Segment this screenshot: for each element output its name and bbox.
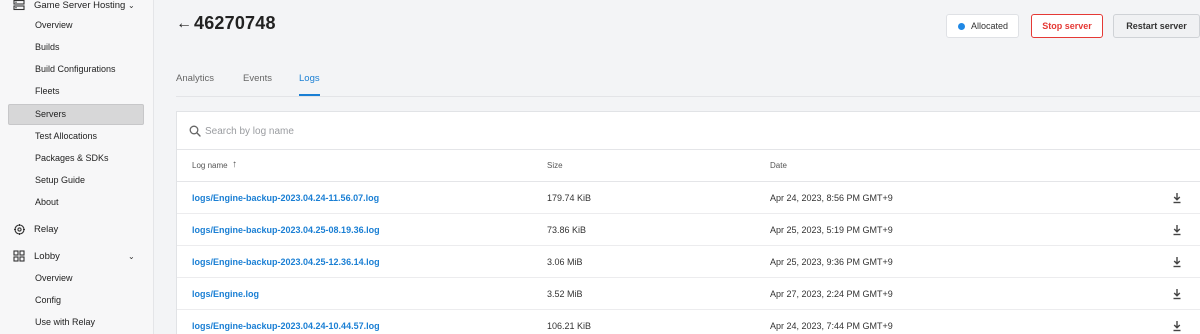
sidebar-group-label: Game Server Hosting <box>34 0 126 11</box>
sidebar-item-config[interactable]: Config <box>35 291 61 309</box>
sidebar-item-lobby-overview[interactable]: Overview <box>35 269 73 287</box>
log-name-link[interactable]: logs/Engine-backup-2023.04.25-12.36.14.l… <box>192 257 380 267</box>
log-size: 3.52 MiB <box>547 289 583 299</box>
tabs-divider <box>176 96 1200 97</box>
server-stack-icon <box>12 0 26 12</box>
log-name-link[interactable]: logs/Engine.log <box>192 289 259 299</box>
sidebar-item-setup-guide[interactable]: Setup Guide <box>35 171 85 189</box>
log-size: 3.06 MiB <box>547 257 583 267</box>
search-input[interactable] <box>205 122 805 140</box>
sidebar-item-use-with-relay[interactable]: Use with Relay <box>35 313 95 331</box>
search-bar <box>177 112 1200 150</box>
log-date: Apr 25, 2023, 5:19 PM GMT+9 <box>770 225 893 235</box>
sidebar-group-relay[interactable]: Relay <box>0 218 154 240</box>
log-size: 179.74 KiB <box>547 193 592 203</box>
sidebar-item-build-configurations[interactable]: Build Configurations <box>35 60 116 78</box>
sidebar-item-test-allocations[interactable]: Test Allocations <box>35 127 97 145</box>
log-date: Apr 24, 2023, 7:44 PM GMT+9 <box>770 321 893 331</box>
download-icon[interactable] <box>1172 224 1182 236</box>
sidebar-item-packages-sdks[interactable]: Packages & SDKs <box>35 149 109 167</box>
log-name-link[interactable]: logs/Engine-backup-2023.04.25-08.19.36.l… <box>192 225 380 235</box>
status-label: Allocated <box>971 21 1009 31</box>
sidebar-group-label: Relay <box>34 223 59 235</box>
sidebar-item-builds[interactable]: Builds <box>35 38 60 56</box>
chevron-down-icon: ⌄ <box>128 251 135 261</box>
table-header: Log name ↑ Size Date <box>177 150 1200 182</box>
tab-logs[interactable]: Logs <box>299 73 320 97</box>
sidebar-item-overview[interactable]: Overview <box>35 16 73 34</box>
sidebar-group-lobby[interactable]: Lobby ⌄ <box>0 245 154 267</box>
back-arrow-icon[interactable]: ← <box>176 15 192 33</box>
tab-analytics[interactable]: Analytics <box>176 73 214 97</box>
table-row: logs/Engine-backup-2023.04.24-10.44.57.l… <box>177 310 1200 334</box>
logs-card: Log name ↑ Size Date logs/Engine-backup-… <box>176 111 1200 334</box>
page-title: 46270748 <box>194 13 276 33</box>
sidebar: Game Server Hosting ⌄ Overview Builds Bu… <box>0 0 154 334</box>
lobby-icon <box>12 249 26 263</box>
sidebar-group-game-server-hosting[interactable]: Game Server Hosting ⌄ <box>0 0 154 16</box>
log-name-link[interactable]: logs/Engine-backup-2023.04.24-11.56.07.l… <box>192 193 379 203</box>
sort-ascending-icon[interactable]: ↑ <box>232 159 237 170</box>
tab-events[interactable]: Events <box>243 73 272 97</box>
stop-server-button[interactable]: Stop server <box>1031 14 1103 38</box>
table-row: logs/Engine.log 3.52 MiB Apr 27, 2023, 2… <box>177 278 1200 310</box>
log-name-link[interactable]: logs/Engine-backup-2023.04.24-10.44.57.l… <box>192 321 380 331</box>
log-date: Apr 24, 2023, 8:56 PM GMT+9 <box>770 193 893 203</box>
log-date: Apr 25, 2023, 9:36 PM GMT+9 <box>770 257 893 267</box>
sidebar-group-label: Lobby <box>34 250 60 262</box>
tab-bar: Analytics Events Logs <box>176 73 1200 97</box>
log-size: 106.21 KiB <box>547 321 592 331</box>
download-icon[interactable] <box>1172 256 1182 268</box>
sidebar-item-fleets[interactable]: Fleets <box>35 82 60 100</box>
column-header-date[interactable]: Date <box>770 161 787 170</box>
chevron-down-icon: ⌄ <box>128 0 135 10</box>
log-size: 73.86 KiB <box>547 225 587 235</box>
sidebar-item-about[interactable]: About <box>35 193 59 211</box>
table-row: logs/Engine-backup-2023.04.25-12.36.14.l… <box>177 246 1200 278</box>
search-icon <box>189 124 201 137</box>
download-icon[interactable] <box>1172 288 1182 300</box>
sidebar-item-label: Servers <box>35 109 67 119</box>
download-icon[interactable] <box>1172 192 1182 204</box>
relay-icon <box>12 222 26 236</box>
table-row: logs/Engine-backup-2023.04.24-11.56.07.l… <box>177 182 1200 214</box>
status-badge: Allocated <box>946 14 1019 38</box>
column-header-size[interactable]: Size <box>547 161 563 170</box>
download-icon[interactable] <box>1172 320 1182 332</box>
sidebar-item-servers[interactable]: Servers <box>8 104 144 125</box>
log-date: Apr 27, 2023, 2:24 PM GMT+9 <box>770 289 893 299</box>
restart-server-button[interactable]: Restart server <box>1113 14 1200 38</box>
status-dot-icon <box>958 22 965 30</box>
column-header-log-name[interactable]: Log name <box>192 161 228 170</box>
table-row: logs/Engine-backup-2023.04.25-08.19.36.l… <box>177 214 1200 246</box>
